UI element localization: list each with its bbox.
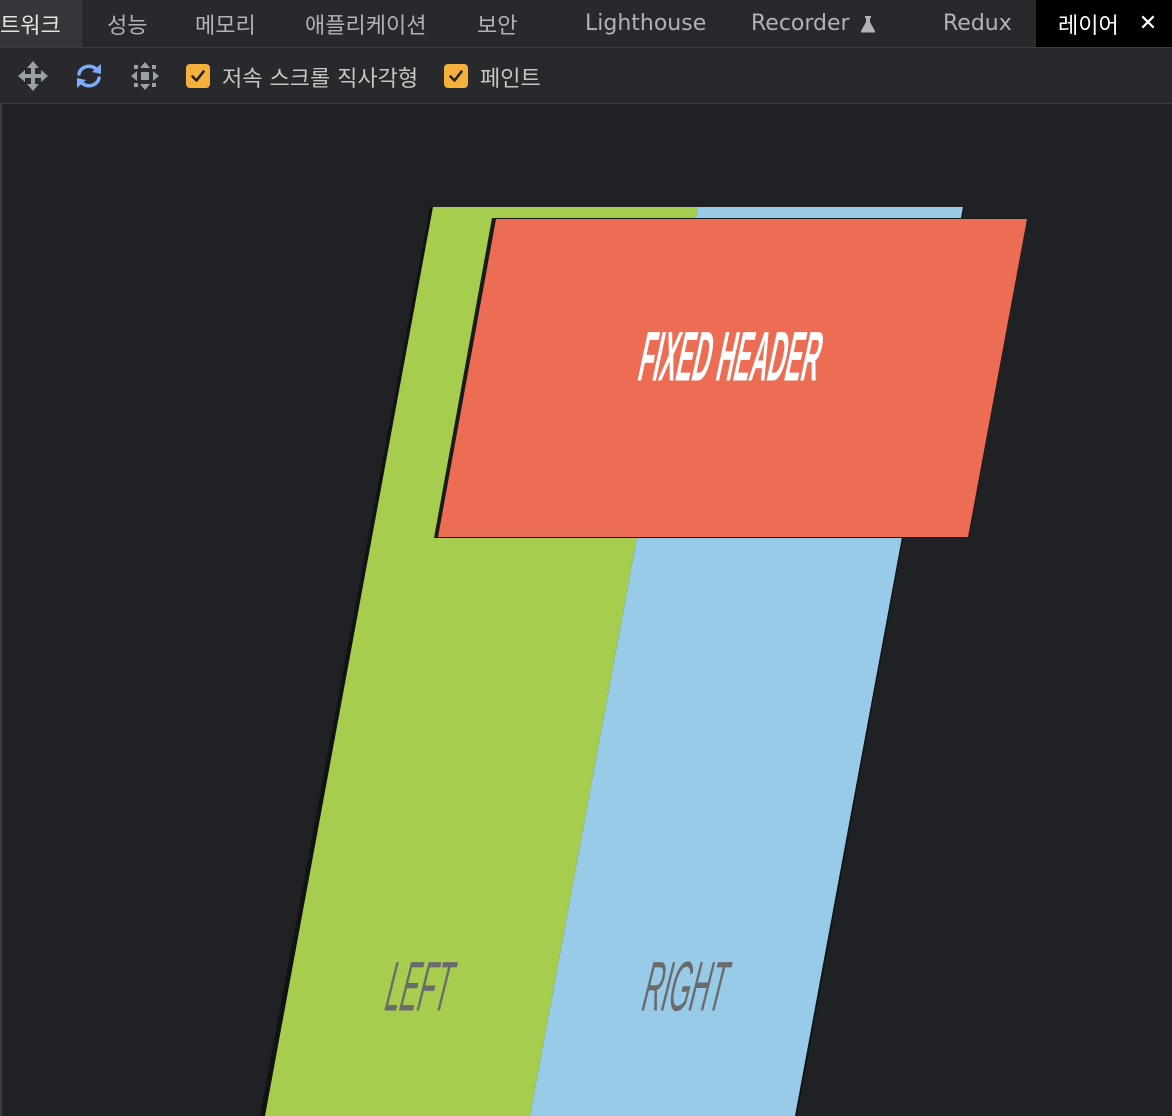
tab-redux[interactable]: Redux xyxy=(943,0,1012,47)
tab-label: Lighthouse xyxy=(585,11,707,36)
rotate-mode-icon[interactable] xyxy=(73,60,105,92)
tab-network[interactable]: 트워크 xyxy=(0,0,82,47)
paints-checkbox[interactable] xyxy=(444,64,468,88)
right-text: RIGHT xyxy=(638,948,736,1026)
tab-lighthouse[interactable]: Lighthouse xyxy=(585,0,706,47)
layers-canvas[interactable]: FIXED HEADER LEFT RIGHT xyxy=(2,104,1172,1116)
pan-mode-icon[interactable] xyxy=(17,60,49,92)
checkmark-icon xyxy=(191,70,205,82)
experimental-flask-icon xyxy=(860,15,875,32)
layers-3d-viewport[interactable]: FIXED HEADER LEFT RIGHT xyxy=(0,104,1172,1116)
tab-recorder[interactable]: Recorder xyxy=(751,0,878,47)
slow-scroll-rects-checkbox[interactable] xyxy=(186,64,210,88)
fixed-header-text: FIXED HEADER xyxy=(633,318,830,397)
tab-label: 성능 xyxy=(107,13,148,39)
tab-label: 보안 xyxy=(477,13,518,39)
tab-memory[interactable]: 메모리 xyxy=(195,0,256,47)
tab-label: Recorder xyxy=(751,11,850,36)
tab-label: Redux xyxy=(943,11,1012,36)
paints-label[interactable]: 페인트 xyxy=(480,61,541,93)
tab-layers[interactable]: 레이어 ✕ xyxy=(1036,0,1172,47)
slow-scroll-rects-label[interactable]: 저속 스크롤 직사각형 xyxy=(222,61,418,93)
tab-security[interactable]: 보안 xyxy=(477,0,517,47)
tab-performance[interactable]: 성능 xyxy=(107,0,147,47)
tab-label: 애플리케이션 xyxy=(305,13,427,39)
checkmark-icon xyxy=(449,70,463,82)
tab-application[interactable]: 애플리케이션 xyxy=(305,0,426,47)
tab-label: 트워크 xyxy=(0,13,61,39)
tab-bar: 트워크 성능 메모리 애플리케이션 보안 Lighthouse Recorder… xyxy=(0,0,1172,48)
tab-label: 메모리 xyxy=(195,13,256,39)
close-icon[interactable]: ✕ xyxy=(1139,11,1157,36)
layers-toolbar: 저속 스크롤 직사각형 페인트 xyxy=(0,48,1172,104)
reset-transform-icon[interactable] xyxy=(129,60,161,92)
tab-label: 레이어 xyxy=(1058,13,1119,39)
